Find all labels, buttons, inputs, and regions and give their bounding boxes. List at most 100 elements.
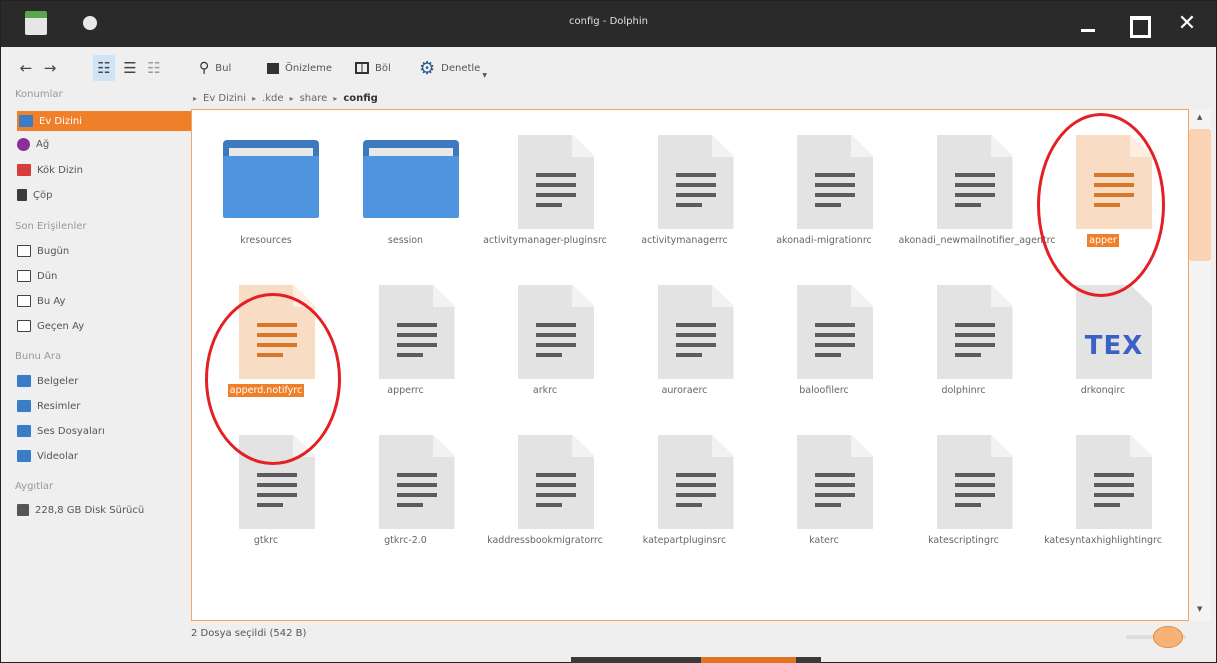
sidebar-item-home[interactable]: Ev Dizini bbox=[17, 111, 191, 131]
breadcrumb-root-arrow[interactable]: ▸ bbox=[193, 94, 197, 103]
taskbar-fragment bbox=[571, 657, 821, 663]
file-name-text: arkrc bbox=[532, 385, 558, 396]
sidebar-item-audio[interactable]: Ses Dosyaları bbox=[15, 421, 187, 441]
sidebar-item-label: Bu Ay bbox=[37, 295, 66, 307]
audio-folder-icon bbox=[17, 425, 31, 437]
sidebar-item-yesterday[interactable]: Dün bbox=[15, 266, 187, 286]
sidebar-item-root[interactable]: Kök Dizin bbox=[15, 160, 187, 180]
file-name: katerc bbox=[759, 535, 889, 546]
sidebar-item-network[interactable]: Ağ bbox=[15, 134, 187, 154]
file-name: apperrc bbox=[341, 385, 471, 396]
status-text: 2 Dosya seçildi (542 B) bbox=[191, 628, 307, 639]
sidebar-item-this-month[interactable]: Bu Ay bbox=[15, 291, 187, 311]
file-item[interactable]: katesyntaxhighlightingrc bbox=[1038, 410, 1168, 560]
file-item[interactable]: akonadi-migrationrc bbox=[759, 110, 889, 260]
text-file-icon bbox=[1076, 135, 1152, 229]
file-name-text: katesyntaxhighlightingrc bbox=[1044, 535, 1162, 546]
file-item[interactable]: akonadi_newmailnotifier_agentrc bbox=[899, 110, 1056, 260]
file-item[interactable]: kresources bbox=[201, 110, 331, 260]
sidebar-item-label: 228,8 GB Disk Sürücü bbox=[35, 504, 145, 516]
file-item[interactable]: gtkrc bbox=[201, 410, 331, 560]
file-name: katesyntaxhighlightingrc bbox=[1038, 535, 1168, 546]
breadcrumb-separator[interactable]: ▸ bbox=[252, 94, 256, 103]
text-file-icon bbox=[378, 435, 455, 529]
find-button[interactable]: ⚲ Bul bbox=[199, 55, 231, 81]
sidebar-item-documents[interactable]: Belgeler bbox=[15, 371, 187, 391]
breadcrumb-item[interactable]: Ev Dizini bbox=[203, 93, 246, 104]
file-name: dolphinrc bbox=[899, 385, 1029, 396]
sidebar-item-last-month[interactable]: Geçen Ay bbox=[15, 316, 187, 336]
file-item[interactable]: katerc bbox=[759, 410, 889, 560]
split-button[interactable]: Böl bbox=[355, 55, 391, 81]
sidebar-item-pictures[interactable]: Resimler bbox=[15, 396, 187, 416]
file-name: apper bbox=[1038, 234, 1168, 247]
file-name: drkonqirc bbox=[1038, 385, 1168, 396]
file-name-text: activitymanager-pluginsrc bbox=[483, 235, 607, 246]
file-view[interactable]: kresources session activitymanager-plugins… bbox=[191, 109, 1189, 621]
calendar-icon bbox=[17, 295, 31, 307]
text-file-icon bbox=[518, 435, 594, 529]
file-name-text: katerc bbox=[809, 535, 839, 546]
file-name-text: apperd.notifyrc bbox=[227, 384, 305, 397]
back-icon[interactable]: ← bbox=[15, 55, 37, 81]
file-item[interactable]: apperd.notifyrc bbox=[201, 260, 331, 410]
breadcrumb-separator[interactable]: ▸ bbox=[290, 94, 294, 103]
details-view-icon[interactable]: ☰ bbox=[119, 55, 141, 81]
forward-icon[interactable]: → bbox=[39, 55, 61, 81]
devices-header: Aygıtlar bbox=[15, 481, 54, 492]
file-name-text: activitymanagerrc bbox=[641, 235, 728, 246]
control-menu-button[interactable]: ⚙ Denetle ▼ bbox=[419, 55, 487, 81]
sidebar-item-today[interactable]: Bugün bbox=[15, 241, 187, 261]
sidebar-item-label: Dün bbox=[37, 270, 58, 282]
breadcrumb-separator[interactable]: ▸ bbox=[333, 94, 337, 103]
scroll-down-arrow[interactable]: ▼ bbox=[1197, 605, 1202, 613]
file-name: arkrc bbox=[480, 385, 610, 396]
preview-icon bbox=[267, 62, 279, 74]
text-file-icon bbox=[936, 435, 1013, 529]
zoom-slider-handle[interactable] bbox=[1153, 626, 1183, 648]
file-item[interactable]: apperrc bbox=[341, 260, 471, 410]
file-item[interactable]: apper bbox=[1038, 110, 1168, 260]
trash-icon bbox=[17, 189, 27, 201]
sidebar-item-label: Ses Dosyaları bbox=[37, 425, 105, 437]
icons-view-icon[interactable]: ☷ bbox=[93, 55, 115, 81]
file-item[interactable]: gtkrc-2.0 bbox=[341, 410, 471, 560]
sidebar-item-videos[interactable]: Videolar bbox=[15, 446, 187, 466]
breadcrumb-current[interactable]: config bbox=[343, 93, 378, 104]
file-item[interactable]: katepartpluginsrc bbox=[620, 410, 750, 560]
recent-header: Son Erişilenler bbox=[15, 221, 87, 232]
file-item[interactable]: arkrc bbox=[480, 260, 610, 410]
file-name: akonadi_newmailnotifier_agentrc bbox=[899, 235, 1056, 246]
tex-file-icon: TEX bbox=[1076, 285, 1152, 379]
file-item[interactable]: baloofilerc bbox=[759, 260, 889, 410]
chevron-down-icon: ▼ bbox=[482, 71, 487, 79]
file-item[interactable]: activitymanager-pluginsrc bbox=[480, 110, 610, 260]
sidebar-item-trash[interactable]: Çöp bbox=[15, 185, 187, 205]
scrollbar-thumb[interactable] bbox=[1189, 129, 1211, 261]
file-item[interactable]: kaddressbookmigratorrc bbox=[480, 410, 610, 560]
close-button[interactable]: ✕ bbox=[1173, 10, 1201, 38]
breadcrumb-item[interactable]: share bbox=[300, 93, 328, 104]
pictures-folder-icon bbox=[17, 400, 31, 412]
file-name-text: katepartpluginsrc bbox=[642, 535, 727, 546]
title-bar: config - Dolphin ✕ bbox=[1, 1, 1216, 47]
scroll-up-arrow[interactable]: ▲ bbox=[1197, 113, 1202, 121]
file-item[interactable]: TEX drkonqirc bbox=[1038, 260, 1168, 410]
sidebar-item-label: Bugün bbox=[37, 245, 70, 257]
file-name: activitymanager-pluginsrc bbox=[480, 235, 610, 246]
text-file-icon bbox=[797, 135, 873, 229]
compact-view-icon[interactable]: ☷ bbox=[143, 55, 165, 81]
file-item[interactable]: auroraerc bbox=[620, 260, 750, 410]
maximize-button[interactable] bbox=[1124, 10, 1152, 38]
root-folder-icon bbox=[17, 164, 31, 176]
file-item[interactable]: dolphinrc bbox=[899, 260, 1029, 410]
file-name: gtkrc-2.0 bbox=[341, 535, 471, 546]
minimize-button[interactable] bbox=[1074, 10, 1102, 38]
file-item[interactable]: session bbox=[341, 110, 471, 260]
file-item[interactable]: katescriptingrc bbox=[899, 410, 1029, 560]
file-name-text: akonadi_newmailnotifier_agentrc bbox=[898, 235, 1056, 246]
preview-button[interactable]: Önizleme bbox=[267, 55, 332, 81]
sidebar-item-disk[interactable]: 228,8 GB Disk Sürücü bbox=[15, 500, 187, 520]
file-item[interactable]: activitymanagerrc bbox=[620, 110, 750, 260]
breadcrumb-item[interactable]: .kde bbox=[262, 93, 283, 104]
